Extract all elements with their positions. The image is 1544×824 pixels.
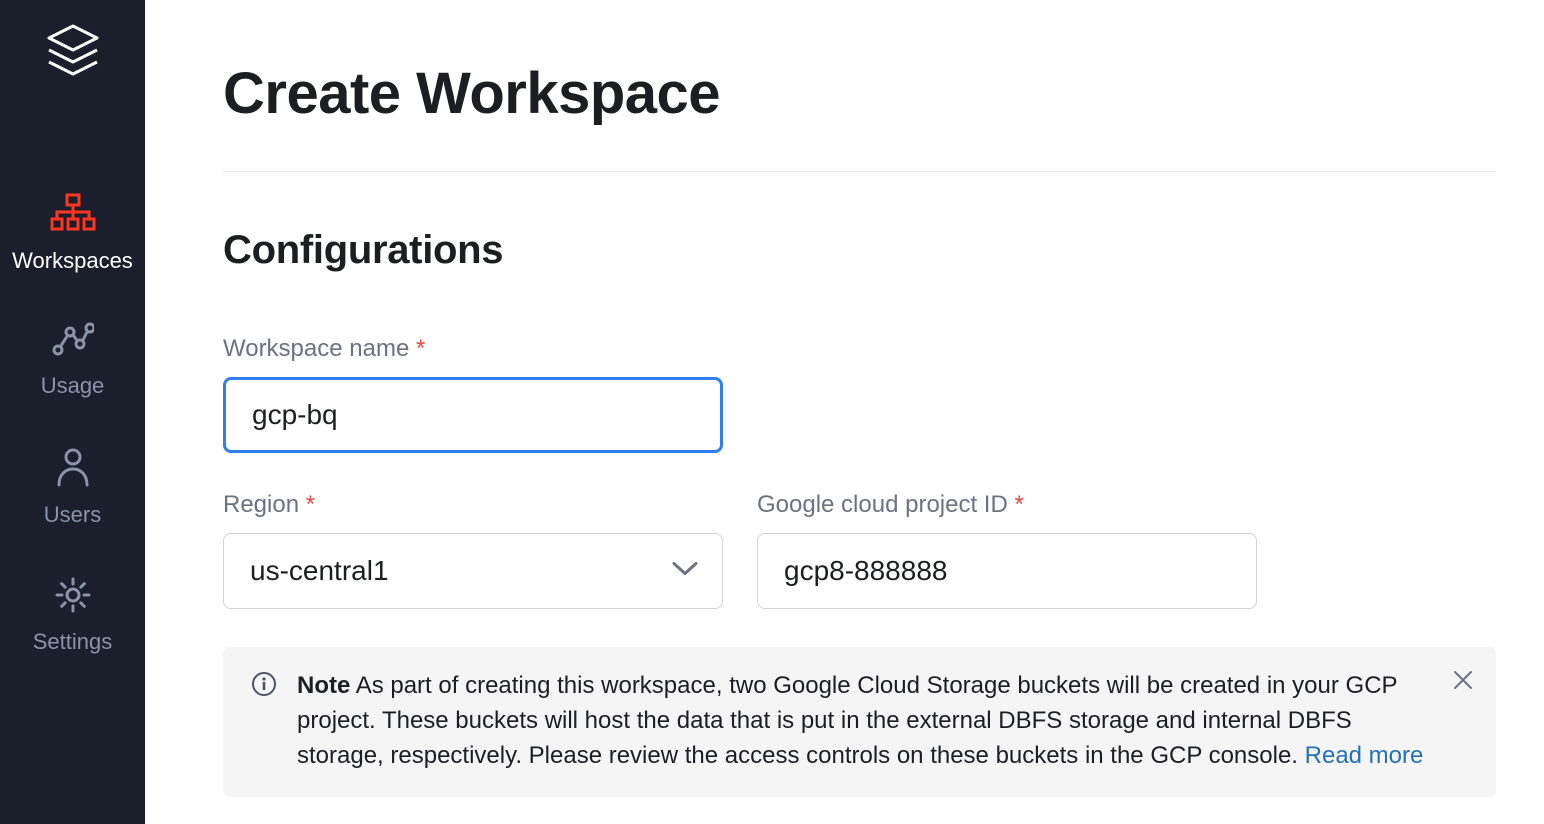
sidebar-item-label: Workspaces: [12, 248, 133, 274]
sidebar-item-usage[interactable]: Usage: [0, 304, 145, 429]
required-asterisk: *: [416, 335, 425, 362]
region-label: Region *: [223, 491, 723, 519]
gear-icon: [54, 576, 92, 619]
sidebar-item-workspaces[interactable]: Workspaces: [0, 175, 145, 304]
close-icon[interactable]: [1452, 669, 1474, 696]
note-body: As part of creating this workspace, two …: [297, 672, 1397, 769]
sidebar-item-label: Users: [44, 502, 101, 528]
required-asterisk: *: [1014, 491, 1023, 518]
section-title: Configurations: [223, 228, 1496, 273]
page-title: Create Workspace: [223, 60, 1496, 127]
project-id-label: Google cloud project ID *: [757, 491, 1257, 519]
logo-icon[interactable]: [43, 20, 103, 85]
sidebar-item-label: Usage: [41, 373, 105, 399]
sidebar-item-label: Settings: [33, 629, 113, 655]
form-group-region: Region * us-central1: [223, 491, 723, 609]
workspace-name-input[interactable]: [223, 377, 723, 453]
divider: [223, 171, 1496, 172]
users-icon: [55, 447, 91, 492]
note-read-more-link[interactable]: Read more: [1305, 742, 1424, 769]
required-asterisk: *: [306, 491, 315, 518]
info-icon: [251, 671, 277, 702]
form-group-project-id: Google cloud project ID *: [757, 491, 1257, 609]
sidebar: Workspaces Usage Users: [0, 0, 145, 824]
sidebar-item-settings[interactable]: Settings: [0, 558, 145, 685]
usage-icon: [52, 322, 94, 363]
region-select[interactable]: us-central1: [223, 533, 723, 609]
project-id-input[interactable]: [757, 533, 1257, 609]
note-box: Note As part of creating this workspace,…: [223, 647, 1496, 797]
workspace-name-label: Workspace name *: [223, 335, 723, 363]
sidebar-item-users[interactable]: Users: [0, 429, 145, 558]
form-group-workspace-name: Workspace name *: [223, 335, 723, 453]
workspaces-icon: [50, 193, 96, 238]
main-content: Create Workspace Configurations Workspac…: [145, 0, 1544, 824]
note-text: Note As part of creating this workspace,…: [297, 669, 1468, 773]
note-label: Note: [297, 672, 350, 699]
region-select-value: us-central1: [250, 555, 389, 587]
